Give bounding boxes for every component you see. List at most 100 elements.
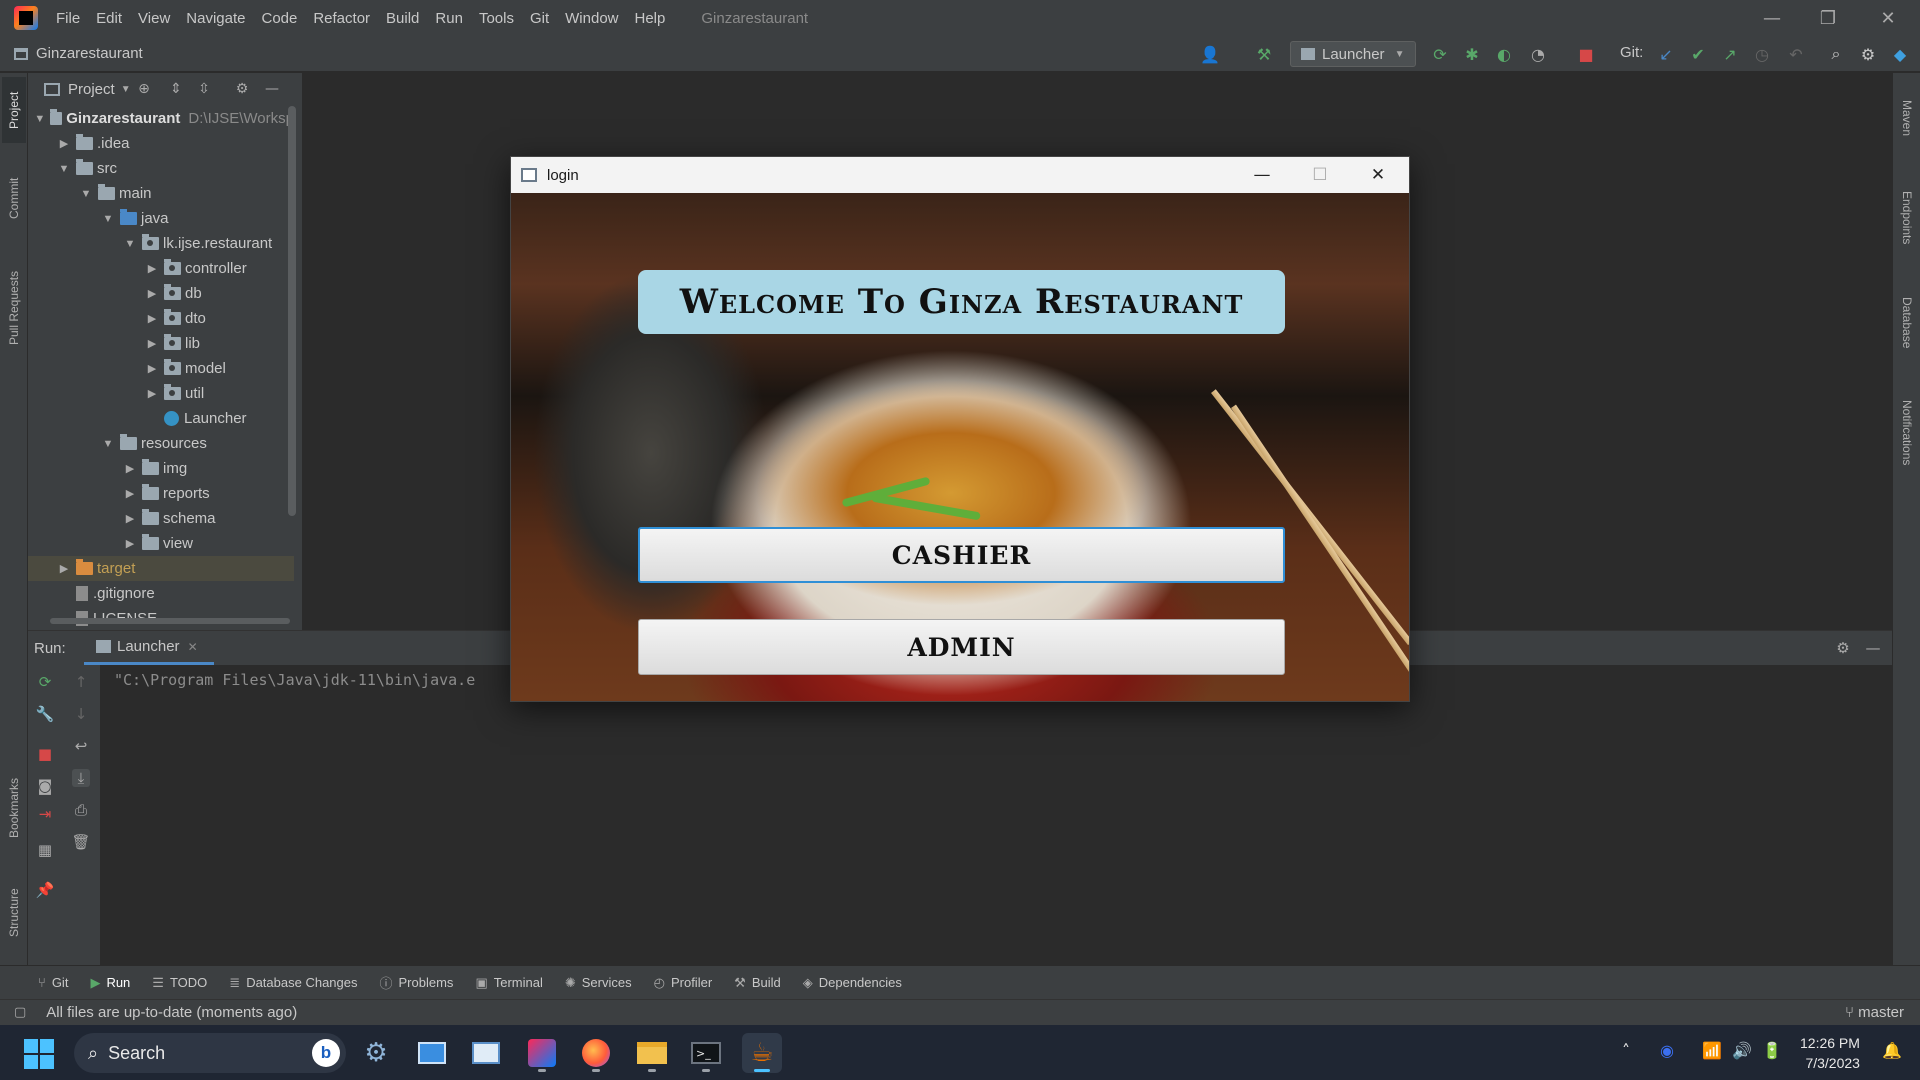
tool-tab-bookmarks[interactable]: Bookmarks [2,763,26,853]
volume-icon[interactable]: 🔊 [1732,1041,1752,1060]
tool-tab-structure[interactable]: Structure [2,873,26,953]
tree-item-db[interactable]: ▶ db [28,281,294,306]
layout-icon[interactable]: ▦ [36,841,54,859]
trash-icon[interactable]: 🗑 [71,833,90,851]
taskbar-control-panel-app[interactable] [412,1033,452,1073]
tree-item-idea[interactable]: ▶ .idea [28,131,294,156]
tree-item-target[interactable]: ▶ target [28,556,294,581]
tree-item-model[interactable]: ▶ model [28,356,294,381]
user-icon[interactable]: 👤 [1200,44,1220,64]
bottom-tab-terminal[interactable]: ▣ Terminal [475,975,542,991]
print-icon[interactable]: ⎙ [72,801,90,819]
rollback-icon[interactable]: ↶ [1786,44,1806,64]
login-close-button[interactable]: ✕ [1349,157,1407,193]
bottom-tab-profiler[interactable]: ◴ Profiler [654,975,713,991]
close-tab-icon[interactable]: ✕ [188,640,198,654]
battery-icon[interactable]: 🔋 [1762,1041,1782,1060]
bing-icon[interactable]: b [312,1039,340,1067]
project-tree-horizontal-scrollbar[interactable] [50,618,290,624]
notifications-icon[interactable]: 🔔 [1882,1041,1902,1060]
tree-item-reports[interactable]: ▶ reports [28,481,294,506]
login-maximize-button[interactable]: ☐ [1291,157,1349,193]
tree-item-src[interactable]: ▼ src [28,156,294,181]
login-minimize-button[interactable]: — [1233,157,1291,193]
taskbar-intellij-app[interactable] [522,1033,562,1073]
menu-edit[interactable]: Edit [96,10,122,27]
run-configuration-dropdown[interactable]: Launcher ▼ [1290,41,1416,67]
taskbar-java-app[interactable]: ☕ [742,1033,782,1073]
hide-panel-icon[interactable]: — [264,81,280,97]
tree-item-dto[interactable]: ▶ dto [28,306,294,331]
toggle-tool-windows-icon[interactable]: ▢ [14,1005,26,1020]
stop-icon[interactable]: ■ [36,745,54,763]
settings-gear-icon[interactable]: ⚙ [234,81,250,97]
menu-navigate[interactable]: Navigate [186,10,245,27]
tree-item-root[interactable]: ▼ Ginzarestaurant D:\IJSE\Worksp [28,106,294,131]
profile-icon[interactable]: ◔ [1528,44,1548,64]
collapse-all-icon[interactable]: ⇳ [196,81,212,97]
bottom-tab-problems[interactable]: ⓘ Problems [380,973,454,992]
project-tree-scrollbar[interactable] [288,106,296,516]
menu-code[interactable]: Code [261,10,297,27]
tree-item-controller[interactable]: ▶ controller [28,256,294,281]
taskbar-file-explorer-app[interactable] [632,1033,672,1073]
git-update-icon[interactable]: ↙ [1656,44,1676,64]
menu-view[interactable]: View [138,10,170,27]
tool-tab-database[interactable]: Database [1895,273,1919,373]
history-icon[interactable]: ◷ [1752,44,1772,64]
settings-gear-icon[interactable]: ⚙ [1858,44,1878,64]
bottom-tab-build[interactable]: ⚒ Build [734,975,781,991]
menu-run[interactable]: Run [435,10,463,27]
windows-start-button[interactable] [24,1039,54,1069]
build-hammer-icon[interactable]: ⚒ [1254,44,1274,64]
restore-window-button[interactable]: ❐ [1800,0,1856,36]
run-tab-launcher[interactable]: Launcher ✕ [84,631,214,665]
git-commit-icon[interactable]: ✔ [1688,44,1708,64]
locate-icon[interactable]: ⊕ [136,81,152,97]
bottom-tab-dependencies[interactable]: ◈ Dependencies [803,975,902,991]
jetbrains-icon[interactable]: ◆ [1890,44,1910,64]
tool-tab-maven[interactable]: Maven [1895,83,1919,153]
down-arrow-icon[interactable]: ↓ [72,705,90,723]
admin-button[interactable]: ADMIN [638,619,1285,675]
tool-tab-project[interactable]: Project [2,77,26,143]
coverage-icon[interactable]: ◐ [1494,44,1514,64]
bottom-tab-services[interactable]: ✺ Services [565,975,632,991]
rerun-icon[interactable]: ⟳ [36,673,54,691]
status-message[interactable]: All files are up-to-date (moments ago) [46,1004,297,1021]
exit-icon[interactable]: ⇥ [36,805,54,823]
bottom-tab-run[interactable]: ▶ Run [90,975,130,991]
expand-all-icon[interactable]: ⇕ [168,81,184,97]
bottom-tab-database-changes[interactable]: ≣ Database Changes [229,975,357,991]
scroll-to-end-icon[interactable]: ⤓ [72,769,90,787]
cashier-button[interactable]: CASHIER [638,527,1285,583]
tool-tab-commit[interactable]: Commit [2,163,26,233]
git-branch-widget[interactable]: ⑂ master [1845,1004,1904,1021]
tree-item-gitignore[interactable]: .gitignore [28,581,294,606]
stop-icon[interactable]: ■ [1576,44,1596,64]
menu-file[interactable]: File [56,10,80,27]
wifi-icon[interactable]: 📶 [1702,1041,1722,1060]
up-arrow-icon[interactable]: ↑ [72,673,90,691]
tree-item-main[interactable]: ▼ main [28,181,294,206]
taskbar-search[interactable]: ⌕ Search b [74,1033,346,1073]
pin-icon[interactable]: 📌 [36,881,55,899]
wrench-icon[interactable]: 🔧 [36,705,55,723]
taskbar-settings-app[interactable]: ⚙ [356,1033,396,1073]
taskbar-terminal-app[interactable]: >_ [686,1033,726,1073]
menu-refactor[interactable]: Refactor [313,10,370,27]
taskbar-firefox-app[interactable] [576,1033,616,1073]
menu-window[interactable]: Window [565,10,618,27]
git-push-icon[interactable]: ↗ [1720,44,1740,64]
hide-panel-icon[interactable]: — [1864,639,1882,657]
rerun-icon[interactable]: ⟳ [1430,44,1450,64]
close-window-button[interactable]: ✕ [1860,0,1916,36]
tree-item-package[interactable]: ▼ lk.ijse.restaurant [28,231,294,256]
tree-item-view[interactable]: ▶ view [28,531,294,556]
tree-item-util[interactable]: ▶ util [28,381,294,406]
tree-item-lib[interactable]: ▶ lib [28,331,294,356]
tool-tab-endpoints[interactable]: Endpoints [1895,168,1919,268]
tool-tab-notifications[interactable]: Notifications [1895,378,1919,488]
project-panel-title[interactable]: Project [68,81,115,98]
bottom-tab-todo[interactable]: ☰ TODO [152,975,207,991]
